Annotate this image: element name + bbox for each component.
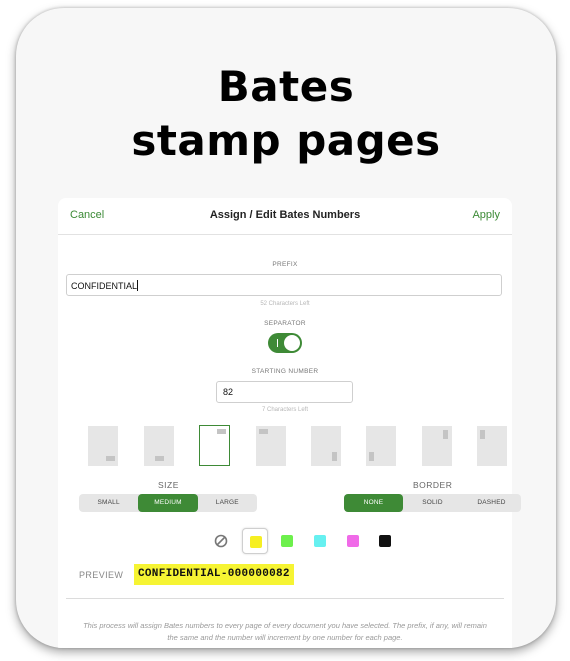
color-swatch-cyan[interactable] (307, 528, 333, 554)
preview-label: PREVIEW (79, 570, 124, 580)
color-swatch-black[interactable] (372, 528, 398, 554)
headline-line-1: Bates (217, 62, 355, 111)
apply-button[interactable]: Apply (472, 209, 500, 221)
border-none-option[interactable]: NONE (344, 494, 403, 512)
position-mark (259, 429, 268, 434)
position-mark (332, 452, 337, 461)
stamp-position-picker (88, 425, 508, 466)
dialog-title: Assign / Edit Bates Numbers (209, 209, 361, 221)
size-medium-option[interactable]: MEDIUM (138, 494, 198, 512)
position-mark (155, 456, 164, 461)
color-swatch-magenta[interactable] (340, 528, 366, 554)
position-bottom-right[interactable] (88, 426, 118, 466)
swatch-fill (379, 535, 391, 547)
swatch-fill (250, 536, 262, 548)
border-label: BORDER (413, 480, 453, 490)
border-solid-option[interactable]: SOLID (403, 494, 462, 512)
separator-label: SEPARATOR (264, 320, 306, 327)
color-picker (204, 528, 394, 554)
color-swatch-yellow[interactable] (242, 528, 268, 554)
position-left-top-vertical[interactable] (477, 426, 507, 466)
color-swatch-green[interactable] (274, 528, 300, 554)
size-segmented-control: SMALL MEDIUM LARGE (79, 494, 257, 512)
position-left-bottom-vertical[interactable] (366, 426, 396, 466)
size-small-option[interactable]: SMALL (79, 494, 138, 512)
prefix-value: CONFIDENTIAL (71, 281, 138, 291)
border-segmented-control: NONE SOLID DASHED (344, 494, 521, 512)
promo-card: Bates stamp pages Cancel Assign / Edit B… (16, 8, 556, 648)
position-right-top-vertical[interactable] (422, 426, 452, 466)
starting-number-hint: 7 Characters Left (261, 407, 309, 413)
text-caret (137, 280, 139, 291)
separator-toggle[interactable] (268, 333, 302, 353)
divider (66, 598, 504, 599)
no-color-icon[interactable] (208, 528, 234, 554)
position-top-right[interactable] (199, 425, 230, 466)
position-bottom-center[interactable] (144, 426, 174, 466)
starting-number-label: STARTING NUMBER (251, 368, 319, 375)
position-mark (217, 429, 226, 434)
prefix-input[interactable]: CONFIDENTIAL (66, 274, 502, 296)
headline: Bates stamp pages (16, 60, 556, 168)
info-note: This process will assign Bates numbers t… (83, 621, 487, 642)
position-right-bottom-vertical[interactable] (311, 426, 341, 466)
starting-number-input[interactable]: 82 (216, 381, 353, 403)
position-top-left[interactable] (256, 426, 286, 466)
border-dashed-option[interactable]: DASHED (462, 494, 521, 512)
navbar: Cancel Assign / Edit Bates Numbers Apply (58, 198, 512, 235)
toggle-knob (284, 335, 300, 351)
headline-line-2: stamp pages (131, 116, 441, 165)
toggle-on-indicator (277, 339, 278, 347)
bates-dialog: Cancel Assign / Edit Bates Numbers Apply… (58, 198, 521, 648)
swatch-fill (314, 535, 326, 547)
preview-stamp: CONFIDENTIAL-000000082 (134, 564, 294, 585)
swatch-fill (281, 535, 293, 547)
position-mark (106, 456, 115, 461)
size-large-option[interactable]: LARGE (198, 494, 257, 512)
prefix-hint: 52 Characters Left (260, 301, 310, 307)
position-mark (369, 452, 374, 461)
swatch-fill (347, 535, 359, 547)
position-mark (480, 430, 485, 439)
position-mark (443, 430, 448, 439)
prefix-label: PREFIX (272, 261, 298, 268)
size-label: SIZE (158, 480, 179, 490)
